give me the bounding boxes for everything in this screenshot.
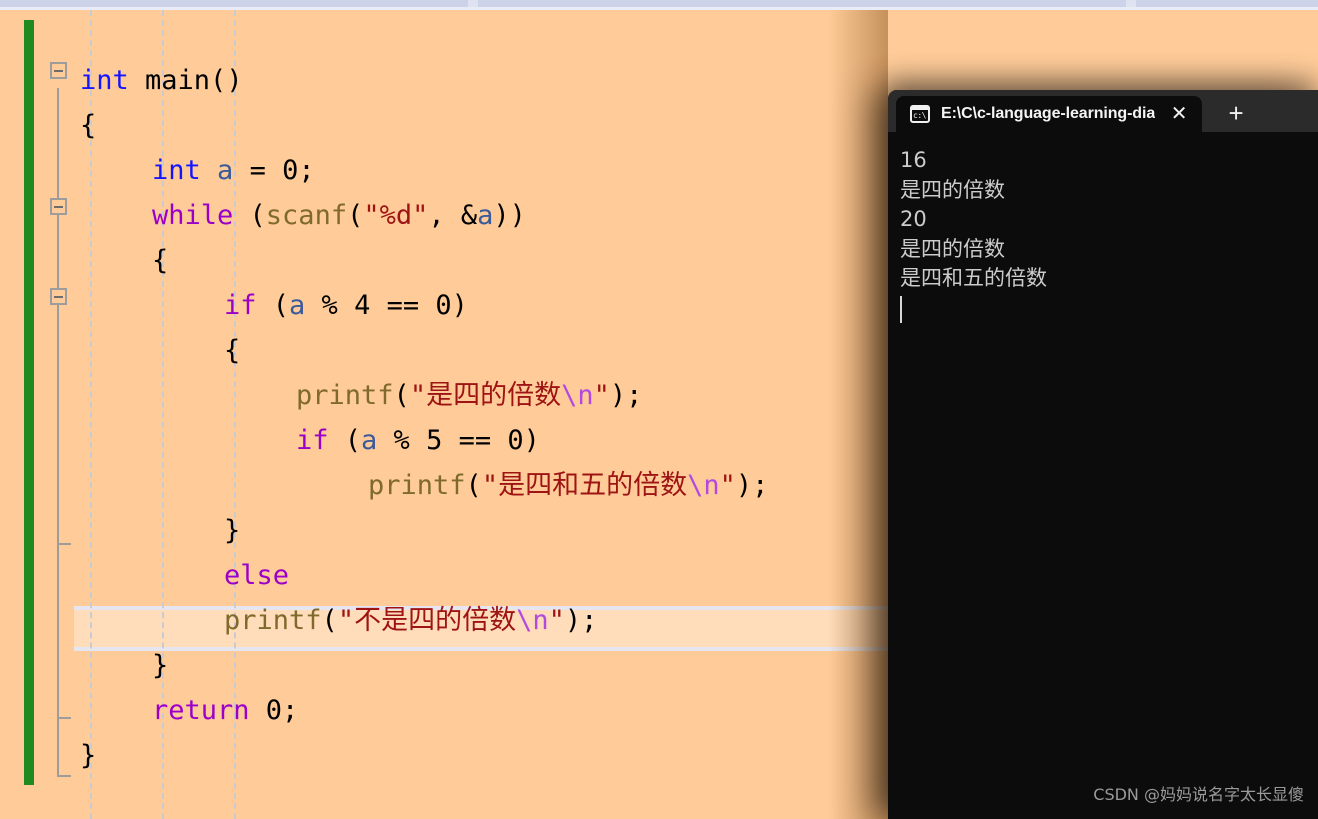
code-line[interactable]: } (80, 733, 96, 778)
code-token: scanf (265, 200, 348, 231)
code-line[interactable]: { (152, 238, 168, 283)
top-strip-separator-2 (1126, 0, 1136, 7)
code-token: ); (564, 605, 598, 636)
code-token: ( (233, 200, 266, 231)
code-line[interactable]: printf("是四和五的倍数\n"); (368, 463, 768, 508)
new-tab-icon[interactable]: + (1216, 96, 1256, 132)
code-token: ( (347, 200, 364, 231)
code-token: " (593, 380, 610, 411)
code-token: while (152, 200, 234, 231)
screenshot-root: int main(){int a = 0; while (scanf("%d", … (0, 0, 1318, 819)
code-line[interactable]: } (224, 508, 240, 553)
code-token: main() (128, 65, 243, 96)
console-tab[interactable]: c:\ E:\C\c-language-learning-dia ✕ (896, 96, 1203, 132)
code-line[interactable]: { (80, 103, 96, 148)
code-token: " (548, 605, 565, 636)
code-token: a (477, 200, 494, 231)
code-token: "是四的倍数 (409, 380, 562, 411)
close-icon[interactable]: ✕ (1166, 101, 1192, 127)
code-token: % 4 == 0) (305, 290, 468, 321)
code-token: ); (735, 470, 769, 501)
code-line[interactable]: return 0; (152, 688, 298, 733)
top-strip-underline (0, 7, 1318, 10)
code-token: else (224, 560, 290, 591)
code-token: )) (493, 200, 526, 231)
code-token: = 0; (233, 155, 315, 186)
code-token: "是四和五的倍数 (481, 470, 688, 501)
code-line[interactable]: if (a % 5 == 0) (296, 418, 540, 463)
console-output-line: 是四的倍数 (900, 236, 1005, 261)
code-token: printf (224, 605, 322, 636)
console-output-line: 20 (900, 207, 927, 231)
code-token: if (296, 425, 329, 456)
code-token: a (361, 425, 378, 456)
code-token: if (224, 290, 257, 321)
console-caret (900, 295, 902, 323)
code-line[interactable]: { (224, 328, 240, 373)
top-strip-separator-1 (468, 0, 478, 7)
code-token: \n (561, 380, 594, 411)
code-token: ( (321, 605, 338, 636)
code-line[interactable]: else (224, 553, 289, 598)
code-token: int (80, 65, 129, 96)
code-token: } (152, 650, 169, 681)
code-token: a (289, 290, 306, 321)
console-cmd-icon: c:\ (910, 105, 930, 123)
code-line[interactable]: } (152, 643, 168, 688)
code-line[interactable]: int main() (80, 58, 243, 103)
code-token: { (224, 335, 241, 366)
code-line[interactable]: int a = 0; (152, 148, 315, 193)
code-token: int (152, 155, 201, 186)
csdn-watermark: CSDN @妈妈说名字太长显傻 (1093, 785, 1304, 804)
code-token: } (224, 515, 241, 546)
code-token: , & (428, 200, 478, 231)
code-line[interactable]: printf("不是四的倍数\n"); (224, 598, 597, 643)
code-token: ( (393, 380, 410, 411)
code-token: \n (516, 605, 549, 636)
code-token: ( (465, 470, 482, 501)
console-output-line: 是四的倍数 (900, 177, 1005, 202)
code-token: a (217, 155, 234, 186)
console-output-line: 是四和五的倍数 (900, 266, 1047, 290)
code-line[interactable]: printf("是四的倍数\n"); (296, 373, 642, 418)
code-token: \n (687, 470, 720, 501)
code-token: printf (368, 470, 466, 501)
code-token: ( (256, 290, 290, 321)
code-token: " (719, 470, 736, 501)
console-window[interactable]: c:\ E:\C\c-language-learning-dia ✕ + 16 … (888, 90, 1318, 819)
console-output-line: 16 (900, 148, 927, 172)
code-token: ); (609, 380, 643, 411)
code-token: return (152, 695, 250, 726)
code-token: % 5 == 0) (377, 425, 540, 456)
console-output[interactable]: 16 是四的倍数 20 是四的倍数 是四和五的倍数 (888, 132, 1318, 819)
top-chrome-strip (0, 0, 1318, 10)
code-token: ( (328, 425, 362, 456)
console-tab-bar[interactable]: c:\ E:\C\c-language-learning-dia ✕ + (888, 90, 1318, 132)
console-tab-title: E:\C\c-language-learning-dia (941, 105, 1156, 122)
code-token: { (152, 245, 169, 276)
code-line[interactable]: while (scanf("%d", &a)) (152, 193, 526, 238)
code-token: printf (296, 380, 394, 411)
code-token: "不是四的倍数 (337, 605, 517, 636)
code-token: 0; (249, 695, 299, 726)
code-token: "%d" (363, 200, 429, 231)
code-token: } (80, 740, 97, 771)
code-token: { (80, 110, 97, 141)
code-line[interactable]: if (a % 4 == 0) (224, 283, 468, 328)
